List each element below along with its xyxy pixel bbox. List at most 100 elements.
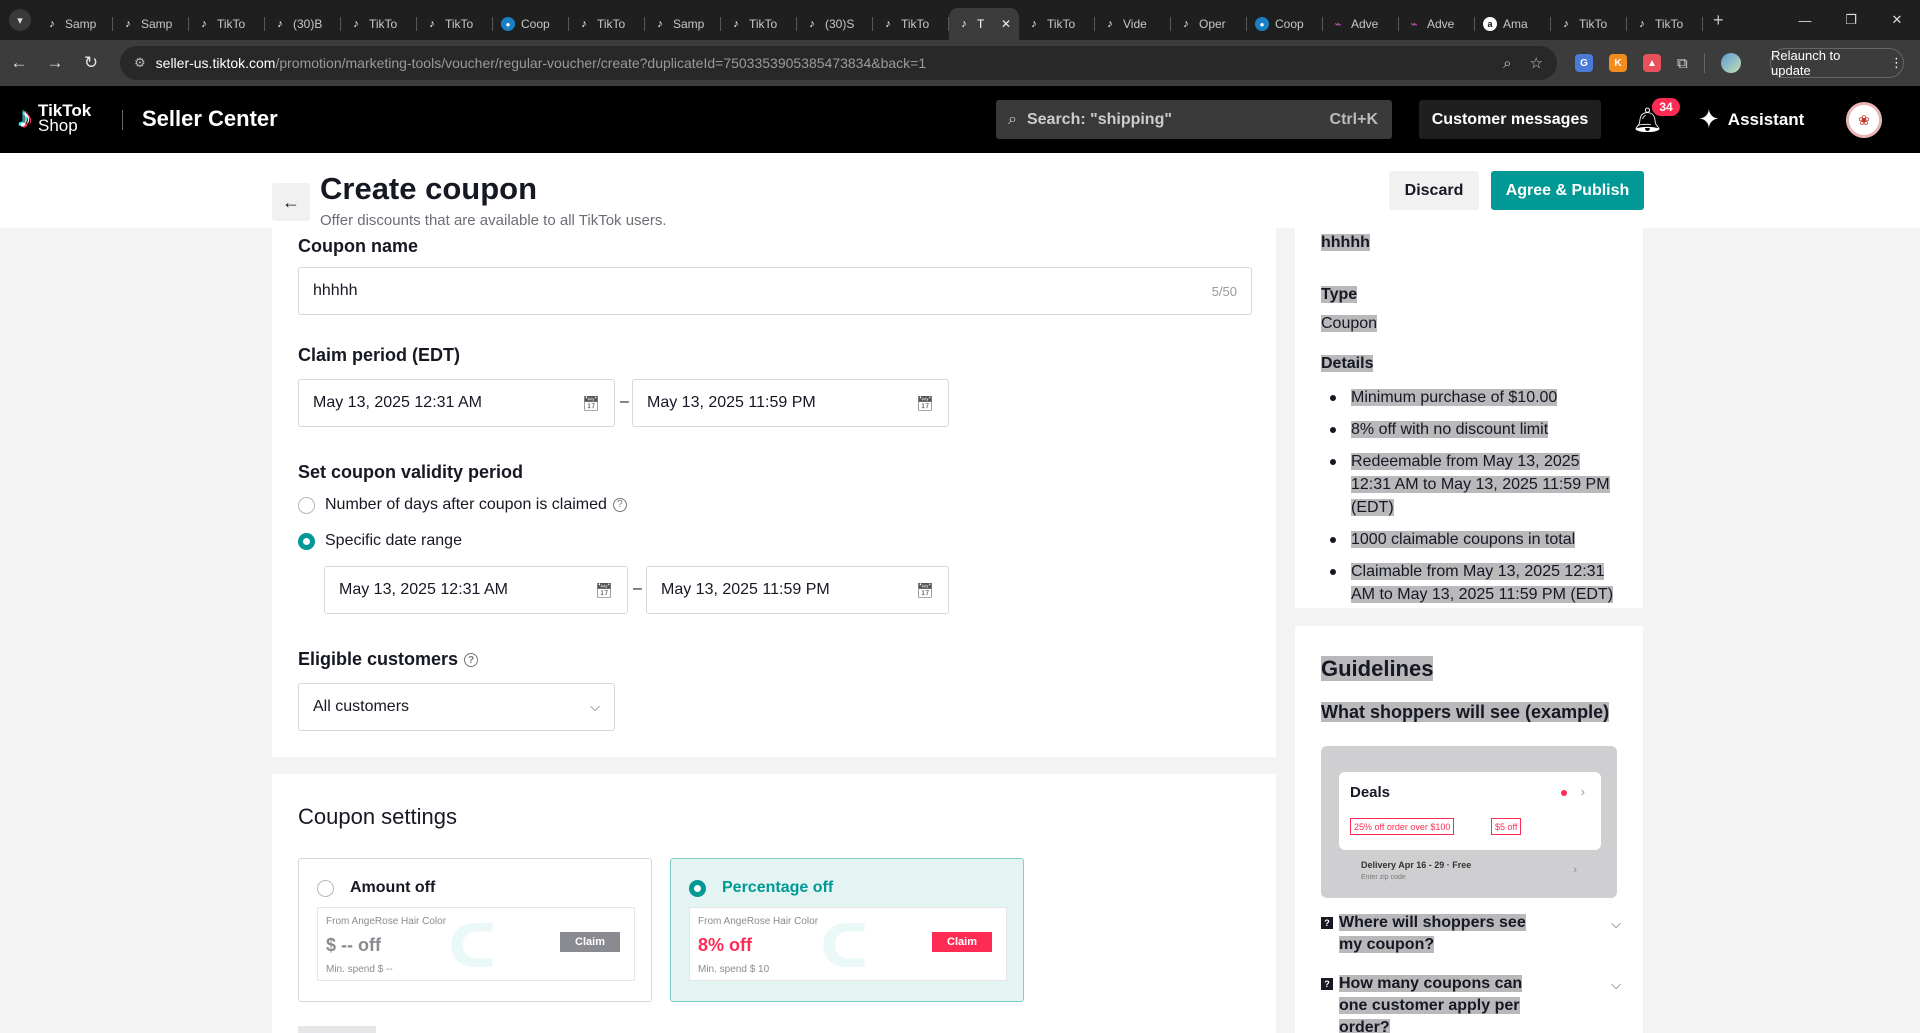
- help-icon[interactable]: ?: [612, 497, 627, 512]
- extensions-puzzle-icon[interactable]: ⧉: [1677, 55, 1688, 72]
- browser-tab[interactable]: ♪ TikTo: [1019, 8, 1095, 40]
- percentage-off-option[interactable]: Percentage off ᑕ From AngeRose Hair Colo…: [670, 858, 1024, 1002]
- browser-tab[interactable]: ♪ (30)B: [265, 8, 341, 40]
- browser-tab[interactable]: ♪ (30)S: [797, 8, 873, 40]
- agree-publish-button[interactable]: Agree & Publish: [1491, 171, 1644, 210]
- url-path: /promotion/marketing-tools/voucher/regul…: [275, 55, 927, 71]
- profile-icon[interactable]: [1720, 53, 1741, 73]
- claim-end-field[interactable]: May 13, 2025 11:59 PM 📅︎: [632, 379, 949, 427]
- browser-tab-strip: ▾ ♪ Samp ♪ Samp ♪ TikTo ♪ (30)B ♪ TikTo ♪ TikTo ● Coo…: [0, 0, 1920, 40]
- restore-icon[interactable]: ❐: [1828, 0, 1874, 40]
- browser-tab[interactable]: ♪ TikTo: [873, 8, 949, 40]
- assistant-button[interactable]: ✦ Assistant: [1698, 104, 1804, 135]
- back-arrow-icon[interactable]: ←: [2, 46, 36, 80]
- amount-off-option[interactable]: Amount off ᑕ From AngeRose Hair Color $ …: [298, 858, 652, 1002]
- chevron-down-icon[interactable]: ⌵: [1611, 916, 1621, 932]
- avatar[interactable]: ❀: [1846, 102, 1882, 138]
- relaunch-button[interactable]: Relaunch to update ⋮: [1770, 48, 1904, 78]
- faq-item[interactable]: ? Where will shoppers see my coupon? ⌵: [1321, 912, 1621, 956]
- validity-period-label: Set coupon validity period: [298, 462, 524, 482]
- validity-start-field[interactable]: May 13, 2025 12:31 AM 📅︎: [324, 566, 628, 614]
- browser-tab[interactable]: ♪ TikTo: [341, 8, 417, 40]
- browser-tab[interactable]: ♪ TikTo: [569, 8, 645, 40]
- browser-tab[interactable]: ♪ Samp: [113, 8, 189, 40]
- claim-start-field[interactable]: May 13, 2025 12:31 AM 📅︎: [298, 379, 615, 427]
- chevron-right-icon: ›: [1580, 784, 1585, 799]
- tab-title: Vide: [1123, 17, 1147, 31]
- browser-tab[interactable]: ● Coop: [1247, 8, 1323, 40]
- eligible-customers-select[interactable]: All customers ⌵: [298, 683, 615, 731]
- validity-end-field[interactable]: May 13, 2025 11:59 PM 📅︎: [646, 566, 949, 614]
- browser-tab[interactable]: ♪ Samp: [645, 8, 721, 40]
- close-tab-icon[interactable]: ✕: [1001, 17, 1011, 31]
- browser-tab[interactable]: ♪ TikTo: [417, 8, 493, 40]
- zoom-icon[interactable]: ⌕: [1503, 55, 1511, 72]
- more-menu-icon[interactable]: ⋮: [1890, 55, 1903, 71]
- relaunch-label: Relaunch to update: [1771, 48, 1841, 78]
- coupon-name-input[interactable]: hhhhh 5/50: [298, 267, 1252, 315]
- tab-title: Ama: [1503, 17, 1528, 31]
- claim-start-value: May 13, 2025 12:31 AM: [313, 394, 482, 411]
- close-window-icon[interactable]: ✕: [1874, 0, 1920, 40]
- search-placeholder: Search: "shipping": [1026, 110, 1172, 128]
- coupon-settings-card: Coupon settings Amount off ᑕ From AngeRo…: [272, 774, 1276, 1033]
- voucher-shop-name: From AngeRose Hair Color: [698, 916, 819, 927]
- red-extension-icon[interactable]: ▲: [1643, 54, 1661, 72]
- tiktok-icon: ♪: [885, 18, 891, 30]
- browser-tab[interactable]: ♪ Oper: [1171, 8, 1247, 40]
- logo-text-line2: Shop: [38, 116, 78, 135]
- site-info-icon[interactable]: ⚙: [134, 55, 146, 71]
- back-button[interactable]: ←: [272, 183, 310, 221]
- tab-title: TikTo: [369, 17, 398, 31]
- tiktok-shop-logo[interactable]: ♪ TikTok Shop: [18, 102, 91, 134]
- translate-extension-icon[interactable]: G: [1575, 54, 1593, 72]
- claim-end-value: May 13, 2025 11:59 PM: [647, 394, 816, 411]
- reload-icon[interactable]: ↻: [74, 46, 108, 80]
- summary-type-label-text: Type: [1321, 286, 1358, 303]
- radio-checked[interactable]: [298, 532, 315, 550]
- zip-text: Enter zip code: [1361, 874, 1406, 881]
- amount-off-label: Amount off: [350, 879, 436, 896]
- seller-center-header: ♪ TikTok Shop Seller Center ⌕ Search: "s…: [0, 86, 1920, 153]
- radio-unchecked[interactable]: [298, 496, 315, 514]
- radio-unchecked[interactable]: [317, 879, 334, 897]
- browser-tab[interactable]: ♪ TikTo: [1627, 8, 1703, 40]
- range-separator: –: [633, 580, 642, 597]
- browser-tab[interactable]: ♪ T ✕: [949, 8, 1019, 40]
- browser-tab[interactable]: ♪ Samp: [37, 8, 113, 40]
- bookmark-star-icon[interactable]: ☆: [1530, 54, 1543, 72]
- browser-tab[interactable]: a Ama: [1475, 8, 1551, 40]
- faq-item[interactable]: ? How many coupons can one customer appl…: [1321, 973, 1621, 1033]
- browser-tab[interactable]: ● Coop: [493, 8, 569, 40]
- tab-search-icon[interactable]: ▾: [9, 9, 31, 31]
- radio-checked[interactable]: [689, 879, 706, 897]
- chat-icon: ●: [501, 17, 515, 31]
- browser-tab[interactable]: ⌁ Adve: [1399, 8, 1475, 40]
- minimize-icon[interactable]: —: [1782, 0, 1828, 40]
- tiktok-icon: ♪: [1639, 18, 1645, 30]
- tab-title: T: [977, 17, 985, 31]
- browser-tab[interactable]: ♪ TikTo: [189, 8, 265, 40]
- customer-messages-button[interactable]: Customer messages: [1419, 100, 1601, 139]
- browser-tab[interactable]: ♪ TikTo: [721, 8, 797, 40]
- help-icon[interactable]: ?: [464, 653, 479, 668]
- discard-button[interactable]: Discard: [1389, 171, 1479, 210]
- address-bar[interactable]: ⚙ seller-us.tiktok.com/promotion/marketi…: [120, 46, 1557, 80]
- percentage-voucher-preview: ᑕ From AngeRose Hair Color 8% off Min. s…: [689, 907, 1007, 981]
- search-icon: ⌕: [1008, 110, 1017, 128]
- browser-tab[interactable]: ♪ Vide: [1095, 8, 1171, 40]
- tab-title: TikTo: [1047, 17, 1076, 31]
- notification-badge: 34: [1652, 98, 1680, 116]
- new-tab-icon[interactable]: +: [1713, 10, 1724, 31]
- tiktok-icon: ♪: [1183, 18, 1189, 30]
- chevron-down-icon[interactable]: ⌵: [1611, 977, 1621, 993]
- orange-extension-icon[interactable]: K: [1609, 54, 1627, 72]
- forward-arrow-icon[interactable]: →: [38, 46, 72, 80]
- browser-tab[interactable]: ♪ TikTo: [1551, 8, 1627, 40]
- browser-toolbar: ← → ↻ ⚙ seller-us.tiktok.com/promotion/m…: [0, 40, 1920, 86]
- calendar-icon: 📅︎: [595, 581, 613, 598]
- browser-tab[interactable]: ⌁ Adve: [1323, 8, 1399, 40]
- validity-option-days[interactable]: Number of days after coupon is claimed?: [298, 496, 627, 514]
- global-search-input[interactable]: ⌕ Search: "shipping" Ctrl+K: [996, 100, 1392, 139]
- validity-option-range[interactable]: Specific date range: [298, 532, 462, 550]
